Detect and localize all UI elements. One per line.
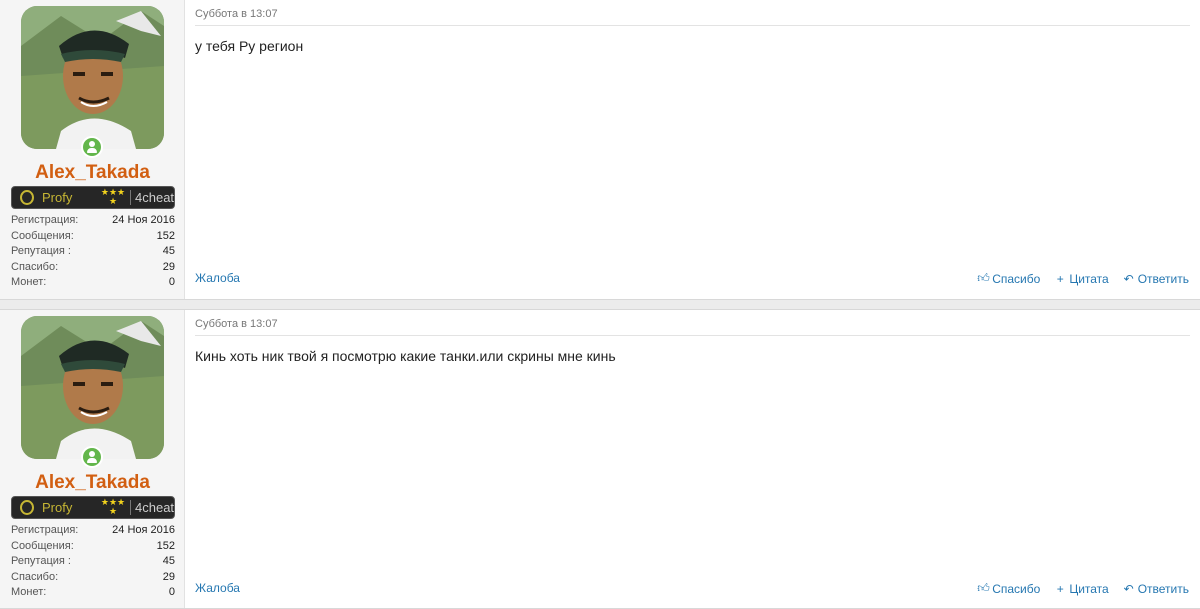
thumbs-up-icon: 👍︎ (977, 271, 990, 285)
grenade-icon (20, 500, 34, 515)
user-stats: Регистрация: 24 Ноя 2016 Сообщения: 152 Ре… (11, 523, 175, 601)
stat-value: 29 (162, 260, 175, 273)
plus-icon: + (1056, 271, 1064, 286)
post-date[interactable]: Суббота в 13:07 (195, 318, 278, 330)
like-button[interactable]: 👍︎ Спасибо (977, 271, 1040, 286)
quote-button[interactable]: + Цитата (1054, 581, 1109, 596)
site-label: 4cheat (135, 500, 175, 515)
stat-row: Монет: 0 (11, 275, 175, 291)
stat-key: Регистрация: (11, 214, 79, 226)
badge-divider (130, 190, 131, 205)
stat-value: 45 (162, 245, 175, 258)
post-date[interactable]: Суббота в 13:07 (195, 8, 278, 20)
stat-row: Сообщения: 152 (11, 229, 175, 245)
stat-value: 152 (156, 539, 175, 552)
stat-value: 0 (168, 586, 175, 599)
stat-value: 0 (168, 276, 175, 289)
stat-row: Регистрация: 24 Ноя 2016 (11, 523, 175, 539)
avatar[interactable] (21, 6, 164, 149)
reply-label: Ответить (1137, 581, 1189, 596)
quote-label: Цитата (1069, 271, 1109, 286)
post: Alex_Takada Profy ★★★ ★ 4cheat Регистраци… (0, 309, 1200, 609)
post-content: Суббота в 13:07 у тебя Ру регион Жалоба … (185, 0, 1200, 299)
stat-value: 24 Ноя 2016 (112, 214, 175, 226)
post-actions: 👍︎ Спасибо + Цитата ↶ Ответить (977, 271, 1189, 286)
stat-value: 29 (162, 570, 175, 583)
stat-row: Монет: 0 (11, 585, 175, 601)
stat-row: Репутация : 45 (11, 244, 175, 260)
stat-key: Сообщения: (11, 229, 74, 242)
divider (195, 25, 1190, 26)
online-user-icon (81, 136, 103, 158)
user-sidebar: Alex_Takada Profy ★★★ ★ 4cheat Регистраци… (0, 0, 185, 299)
user-stats: Регистрация: 24 Ноя 2016 Сообщения: 152 Ре… (11, 213, 175, 291)
report-link[interactable]: Жалоба (195, 581, 240, 595)
stat-value: 24 Ноя 2016 (112, 524, 175, 536)
rank-label: Profy (42, 500, 73, 515)
stat-row: Спасибо: 29 (11, 570, 175, 586)
online-user-icon (81, 446, 103, 468)
user-sidebar: Alex_Takada Profy ★★★ ★ 4cheat Регистраци… (0, 310, 185, 608)
stat-key: Репутация : (11, 555, 71, 568)
message-text: у тебя Ру регион (195, 38, 304, 54)
reply-button[interactable]: ↶ Ответить (1123, 271, 1189, 286)
user-rank-badge: Profy ★★★ ★ 4cheat (11, 496, 175, 519)
stat-key: Репутация : (11, 245, 71, 258)
stat-key: Монет: (11, 586, 47, 599)
report-link[interactable]: Жалоба (195, 271, 240, 285)
reply-button[interactable]: ↶ Ответить (1123, 581, 1189, 596)
reply-icon: ↶ (1123, 271, 1134, 286)
stat-key: Сообщения: (11, 539, 74, 552)
reply-icon: ↶ (1123, 581, 1134, 596)
message-text: Кинь хоть ник твой я посмотрю какие танк… (195, 348, 616, 364)
stat-key: Спасибо: (11, 570, 59, 583)
plus-icon: + (1056, 581, 1064, 596)
like-label: Спасибо (992, 271, 1041, 286)
rank-stars: ★★★ ★ (100, 497, 126, 516)
post: Alex_Takada Profy ★★★ ★ 4cheat Регистраци… (0, 0, 1200, 300)
username[interactable]: Alex_Takada (0, 161, 185, 185)
quote-button[interactable]: + Цитата (1054, 271, 1109, 286)
rank-stars: ★★★ ★ (100, 187, 126, 206)
stat-key: Монет: (11, 276, 47, 289)
rank-label: Profy (42, 190, 73, 205)
divider (195, 335, 1190, 336)
stat-row: Спасибо: 29 (11, 260, 175, 276)
like-label: Спасибо (992, 581, 1041, 596)
post-content: Суббота в 13:07 Кинь хоть ник твой я пос… (185, 310, 1200, 608)
thumbs-up-icon: 👍︎ (977, 581, 990, 595)
post-actions: 👍︎ Спасибо + Цитата ↶ Ответить (977, 581, 1189, 596)
like-button[interactable]: 👍︎ Спасибо (977, 581, 1040, 596)
stat-row: Регистрация: 24 Ноя 2016 (11, 213, 175, 229)
stat-key: Спасибо: (11, 260, 59, 273)
stat-value: 152 (156, 229, 175, 242)
avatar[interactable] (21, 316, 164, 459)
site-label: 4cheat (135, 190, 175, 205)
stat-key: Регистрация: (11, 524, 79, 536)
reply-label: Ответить (1137, 271, 1189, 286)
grenade-icon (20, 190, 34, 205)
username[interactable]: Alex_Takada (0, 471, 185, 495)
user-rank-badge: Profy ★★★ ★ 4cheat (11, 186, 175, 209)
stat-value: 45 (162, 555, 175, 568)
quote-label: Цитата (1069, 581, 1109, 596)
badge-divider (130, 500, 131, 515)
stat-row: Репутация : 45 (11, 554, 175, 570)
stat-row: Сообщения: 152 (11, 539, 175, 555)
